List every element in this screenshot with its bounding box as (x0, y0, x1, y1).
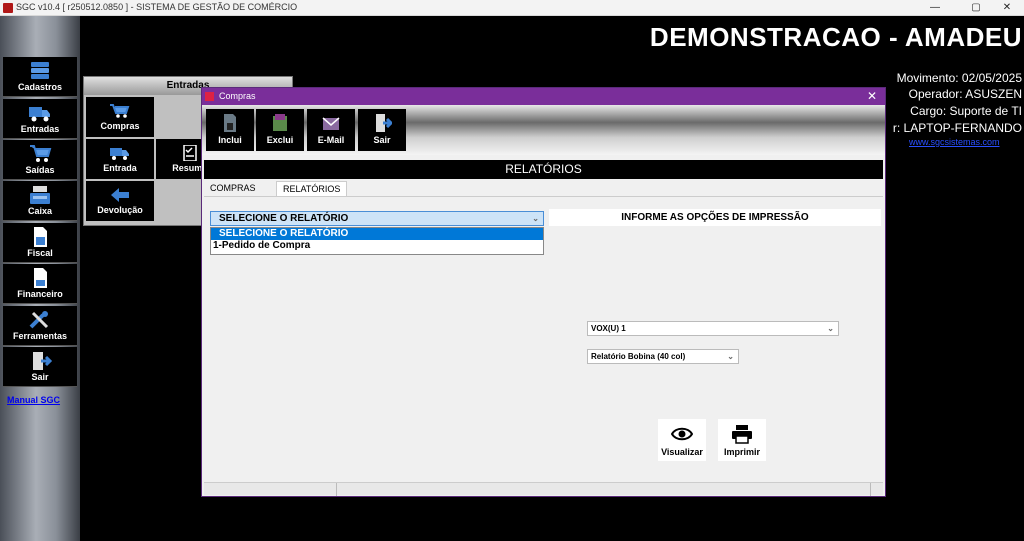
tools-icon (29, 311, 49, 329)
report-option[interactable]: SELECIONE O RELATÓRIO (211, 228, 543, 240)
return-arrow-icon (111, 188, 129, 202)
tile-devolucao[interactable]: Devolução (86, 181, 154, 221)
tile-entrada[interactable]: Entrada (86, 139, 154, 179)
delete-book-icon (273, 114, 287, 131)
status-divider (870, 483, 871, 496)
section-title: RELATÓRIOS (204, 160, 883, 179)
compras-toolbar: Inclui Exclui E-Mail Sair (202, 105, 885, 155)
compras-window: Compras ✕ Inclui Exclui E-Mail Sair RELA… (201, 87, 886, 497)
money-document-icon (34, 268, 47, 288)
sidebar-item-label: Entradas (20, 124, 60, 134)
compras-close-button[interactable]: ✕ (867, 88, 877, 105)
exit-icon (33, 352, 52, 370)
email-icon (322, 117, 340, 130)
tab-relatorios[interactable]: RELATÓRIOS (276, 181, 348, 196)
printer-select[interactable]: VOX(U) 1 ⌄ (587, 321, 839, 336)
document-icon (34, 227, 47, 247)
report-select-value: SELECIONE O RELATÓRIO (219, 213, 349, 224)
visualizar-label: Visualizar (661, 447, 703, 457)
report-select[interactable]: SELECIONE O RELATÓRIO ⌄ (210, 211, 544, 226)
chevron-down-icon[interactable]: ⌄ (727, 350, 734, 363)
format-select[interactable]: Relatório Bobina (40 col) ⌄ (587, 349, 739, 364)
printer-icon (732, 425, 752, 444)
checklist-icon (183, 145, 197, 161)
sidebar-item-caixa[interactable]: Caixa (3, 181, 77, 221)
tab-bar: COMPRAS RELATÓRIOS (204, 181, 883, 196)
email-button[interactable]: E-Mail (307, 109, 355, 151)
window-title: SGC v10.4 [ r250512.0850 ] - SISTEMA DE … (16, 2, 298, 12)
sair-button[interactable]: Sair (358, 109, 406, 151)
terminal-label: r: LAPTOP-FERNANDO (892, 121, 1022, 135)
print-options-title: INFORME AS OPÇÕES DE IMPRESSÃO (549, 209, 881, 226)
sidebar-item-label: Fiscal (27, 248, 53, 258)
website-link[interactable]: www.sgcsistemas.com (909, 137, 1000, 147)
exclui-label: Exclui (266, 135, 294, 145)
report-option[interactable]: 1-Pedido de Compra (211, 240, 543, 252)
cargo-label: Cargo: Suporte de TI (910, 104, 1022, 118)
visualizar-button[interactable]: Visualizar (658, 419, 706, 461)
maximize-button[interactable]: ▢ (961, 0, 991, 16)
database-icon (31, 62, 49, 79)
cart-down-icon (110, 104, 130, 118)
company-name: DEMONSTRACAO - AMADEU (649, 22, 1022, 52)
sidebar-item-financeiro[interactable]: Financeiro (3, 264, 77, 304)
status-divider (336, 483, 337, 496)
compras-window-icon (205, 92, 214, 101)
sidebar-item-entradas[interactable]: Entradas (3, 99, 77, 139)
email-label: E-Mail (317, 135, 345, 145)
sidebar-item-saidas[interactable]: Saídas (3, 140, 77, 180)
sidebar-item-label: Caixa (27, 206, 53, 216)
imprimir-button[interactable]: Imprimir (718, 419, 766, 461)
cart-icon (30, 145, 52, 162)
truck-icon (110, 148, 129, 160)
exclui-button[interactable]: Exclui (256, 109, 304, 151)
exit-icon (376, 114, 392, 132)
sidebar-item-label: Ferramentas (12, 331, 68, 341)
compras-title: Compras (219, 91, 256, 101)
tile-label: Entrada (103, 163, 137, 173)
chevron-down-icon[interactable]: ⌄ (532, 212, 539, 225)
sidebar-item-label: Sair (31, 372, 49, 382)
chevron-down-icon[interactable]: ⌄ (827, 322, 834, 335)
sidebar-item-cadastros[interactable]: Cadastros (3, 57, 77, 97)
operador-label: Operador: ASUSZEN (908, 87, 1022, 101)
sidebar-item-label: Financeiro (17, 289, 63, 299)
truck-icon (29, 107, 50, 122)
inclui-button[interactable]: Inclui (206, 109, 254, 151)
manual-link[interactable]: Manual SGC (7, 395, 60, 405)
tab-content: SELECIONE O RELATÓRIO ⌄ SELECIONE O RELA… (204, 196, 883, 481)
sidebar-item-label: Cadastros (17, 82, 62, 92)
status-bar (204, 482, 883, 496)
tab-compras[interactable]: COMPRAS (204, 181, 262, 196)
compras-titlebar: Compras ✕ (202, 88, 885, 105)
tile-compras[interactable]: Compras (86, 97, 154, 137)
app-icon (3, 3, 13, 13)
movimento-date: Movimento: 02/05/2025 (896, 71, 1022, 85)
tile-label: Devolução (97, 205, 143, 215)
add-document-icon (224, 114, 236, 132)
printer-select-value: VOX(U) 1 (591, 324, 626, 333)
format-select-value: Relatório Bobina (40 col) (591, 352, 686, 361)
sair-label: Sair (373, 135, 391, 145)
eye-icon (671, 427, 693, 441)
sidebar-item-label: Saídas (25, 165, 55, 175)
sidebar-item-fiscal[interactable]: Fiscal (3, 223, 77, 263)
window-titlebar: SGC v10.4 [ r250512.0850 ] - SISTEMA DE … (0, 0, 1024, 16)
sidebar-item-ferramentas[interactable]: Ferramentas (3, 306, 77, 346)
tile-label: Compras (100, 121, 140, 131)
report-dropdown-list: SELECIONE O RELATÓRIO 1-Pedido de Compra (210, 227, 544, 255)
cash-register-icon (30, 186, 50, 204)
sidebar: Cadastros Entradas Saídas Caixa Fiscal F… (0, 16, 80, 541)
sidebar-item-sair[interactable]: Sair (3, 347, 77, 387)
close-button[interactable]: ✕ (992, 0, 1022, 16)
imprimir-label: Imprimir (723, 447, 760, 457)
inclui-label: Inclui (218, 135, 242, 145)
minimize-button[interactable]: — (920, 0, 950, 16)
